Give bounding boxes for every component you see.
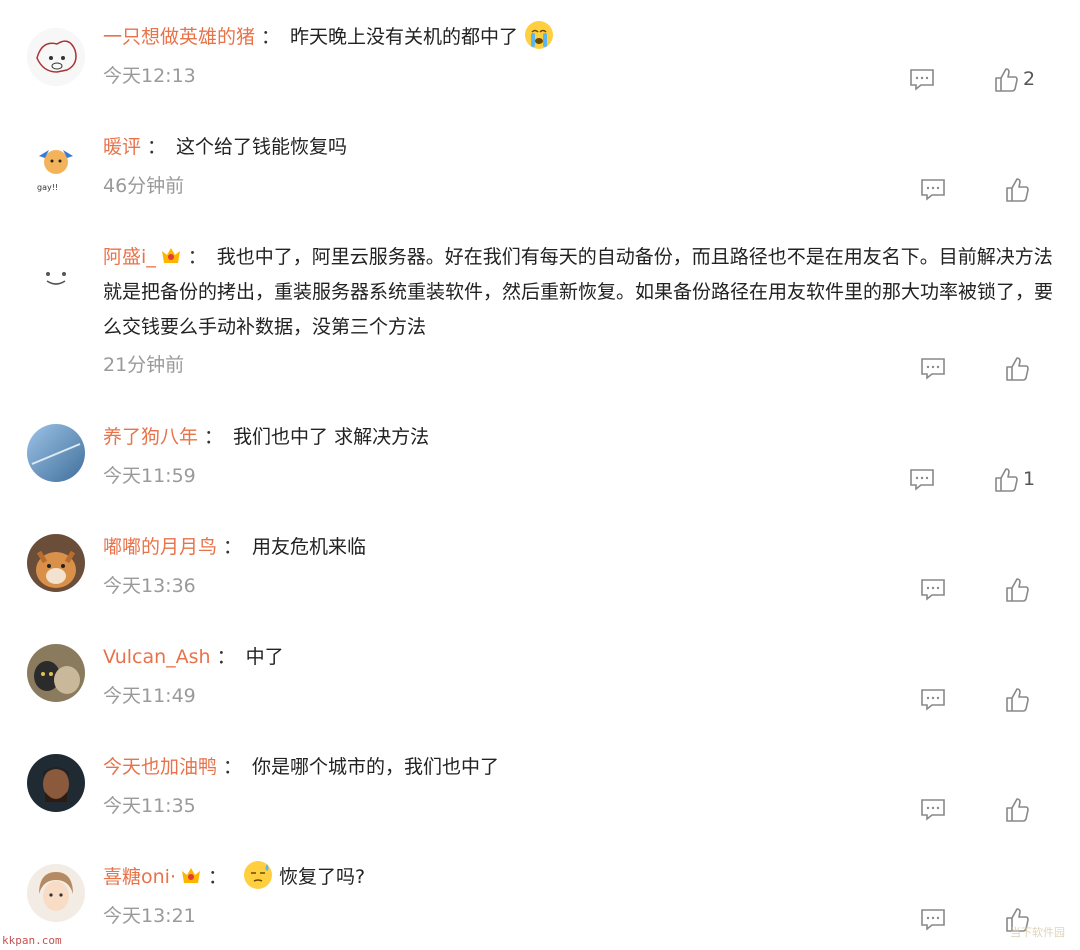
comment-item: gay!! 暖评 ： 这个给了钱能恢复吗 46分钟前	[0, 130, 1080, 210]
like-count: 1	[1023, 468, 1036, 490]
comment-time: 21分钟前	[103, 354, 185, 376]
comment-text: 我也中了，阿里云服务器。好在我们有每天的自动备份，而且路径也不是在用友名下。目前…	[103, 246, 1054, 338]
comment-item: 嘟嘟的月月鸟 ： 用友危机来临 今天13:36	[0, 530, 1080, 610]
avatar[interactable]: gay!!	[27, 138, 85, 196]
reply-icon[interactable]	[909, 468, 935, 492]
comment-line: 阿盛i_ ：我也中了，阿里云服务器。好在我们有每天的自动备份，而且路径也不是在用友…	[103, 240, 1060, 345]
reply-icon[interactable]	[920, 178, 946, 202]
comment-line: 暖评 ： 这个给了钱能恢复吗	[103, 130, 1060, 165]
comment-item: 一只想做英雄的猪 ： 昨天晚上没有关机的都中了 今天12:13 2	[0, 20, 1080, 100]
separator: ：	[223, 536, 243, 558]
username[interactable]: 一只想做英雄的猪	[103, 26, 255, 48]
comment-time: 今天12:13	[103, 65, 196, 87]
comment-text: 中了	[245, 646, 284, 668]
comment-time: 今天11:59	[103, 465, 196, 487]
crown-badge-icon	[180, 864, 202, 886]
comment-text: 用友危机来临	[252, 536, 367, 558]
comment-item: 今天也加油鸭 ： 你是哪个城市的，我们也中了 今天11:35	[0, 750, 1080, 830]
like-button[interactable]	[1004, 356, 1030, 382]
username[interactable]: 暖评	[103, 136, 141, 158]
thumbs-up-icon	[993, 67, 1019, 93]
username[interactable]: Vulcan_Ash	[103, 646, 211, 668]
crying-face-icon	[524, 20, 554, 50]
comment-item: 喜糖oni· ： 恢复了吗? 今天13:21	[0, 860, 1080, 940]
like-button[interactable]	[1004, 797, 1030, 823]
username[interactable]: 嘟嘟的月月鸟	[103, 536, 217, 558]
separator: ：	[223, 756, 243, 778]
reply-icon[interactable]	[920, 798, 946, 822]
watermark-left: kkpan.com	[2, 934, 62, 947]
sweat-face-icon	[243, 860, 273, 890]
comment-line: 今天也加油鸭 ： 你是哪个城市的，我们也中了	[103, 750, 1060, 785]
comment-line: 喜糖oni· ： 恢复了吗?	[103, 860, 1060, 895]
crown-badge-icon	[160, 244, 182, 266]
avatar[interactable]	[27, 864, 85, 922]
separator: ：	[204, 426, 224, 448]
thumbs-up-icon	[993, 467, 1019, 493]
separator: ：	[208, 866, 228, 888]
comment-line: 嘟嘟的月月鸟 ： 用友危机来临	[103, 530, 1060, 565]
comment-time: 今天13:21	[103, 905, 196, 927]
username[interactable]: 今天也加油鸭	[103, 756, 217, 778]
separator: ：	[187, 246, 207, 268]
username[interactable]: 阿盛i_	[103, 246, 156, 268]
avatar[interactable]	[27, 534, 85, 592]
username[interactable]: 喜糖oni·	[103, 866, 176, 888]
comment-time: 今天11:35	[103, 795, 196, 817]
username[interactable]: 养了狗八年	[103, 426, 198, 448]
comment-text: 这个给了钱能恢复吗	[176, 136, 348, 158]
thumbs-up-icon	[1004, 577, 1030, 603]
reply-icon[interactable]	[920, 908, 946, 932]
comment-text: 昨天晚上没有关机的都中了	[290, 26, 519, 48]
like-count: 2	[1023, 68, 1036, 90]
watermark-right: 当下软件园	[1010, 926, 1065, 939]
avatar[interactable]	[27, 28, 85, 86]
comment-item: 养了狗八年 ： 我们也中了 求解决方法 今天11:59 1	[0, 420, 1080, 500]
separator: ：	[147, 136, 167, 158]
thumbs-up-icon	[1004, 687, 1030, 713]
comment-text: 恢复了吗?	[279, 866, 366, 888]
avatar[interactable]	[27, 248, 85, 306]
avatar[interactable]	[27, 754, 85, 812]
comment-item: 阿盛i_ ：我也中了，阿里云服务器。好在我们有每天的自动备份，而且路径也不是在用友…	[0, 240, 1080, 390]
thumbs-up-icon	[1004, 177, 1030, 203]
svg-text:gay!!: gay!!	[37, 183, 58, 192]
avatar[interactable]	[27, 424, 85, 482]
avatar[interactable]	[27, 644, 85, 702]
separator: ：	[216, 646, 236, 668]
like-button[interactable]: 2	[993, 67, 1035, 93]
comment-line: Vulcan_Ash： 中了	[103, 640, 1060, 675]
comment-line: 一只想做英雄的猪 ： 昨天晚上没有关机的都中了	[103, 20, 1060, 55]
reply-icon[interactable]	[920, 688, 946, 712]
comment-time: 今天13:36	[103, 575, 196, 597]
like-button[interactable]	[1004, 177, 1030, 203]
reply-icon[interactable]	[920, 578, 946, 602]
thumbs-up-icon	[1004, 797, 1030, 823]
separator: ：	[261, 26, 281, 48]
comment-time: 今天11:49	[103, 685, 196, 707]
comment-text: 我们也中了 求解决方法	[233, 426, 430, 448]
like-button[interactable]	[1004, 577, 1030, 603]
thumbs-up-icon	[1004, 356, 1030, 382]
reply-icon[interactable]	[909, 68, 935, 92]
reply-icon[interactable]	[920, 357, 946, 381]
comment-text: 你是哪个城市的，我们也中了	[252, 756, 500, 778]
like-button[interactable]: 1	[993, 467, 1035, 493]
comment-item: Vulcan_Ash： 中了 今天11:49	[0, 640, 1080, 720]
comment-time: 46分钟前	[103, 175, 185, 197]
like-button[interactable]	[1004, 687, 1030, 713]
comment-line: 养了狗八年 ： 我们也中了 求解决方法	[103, 420, 1060, 455]
